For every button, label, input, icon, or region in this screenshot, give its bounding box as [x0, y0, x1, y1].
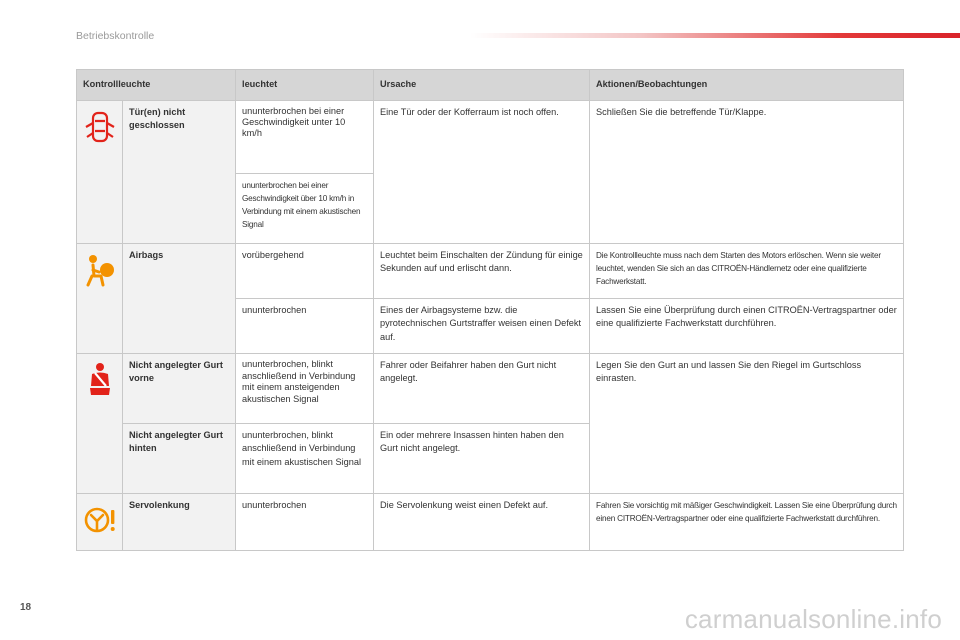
lights-up-airbags-2: ununterbrochen [235, 298, 375, 354]
action-door: Schließen Sie die betreffende Tür/Klappe… [589, 100, 905, 244]
power-steering-icon [84, 507, 115, 533]
airbag-icon-cell [76, 243, 123, 354]
row-name-door: Tür(en) nicht geschlossen [121, 100, 237, 244]
action-steering: Fahren Sie vorsichtig mit mäßiger Geschw… [589, 492, 905, 552]
lights-up-belt-front: ununterbrochen, blinkt anschließend in V… [235, 353, 375, 424]
cause-door: Eine Tür oder der Kofferraum ist noch of… [373, 100, 591, 244]
cause-steering: Die Servolenkung weist einen Defekt auf. [373, 492, 591, 552]
watermark: carmanualsonline.info [684, 604, 942, 634]
row-name-belt-rear: Nicht angelegter Gurt hinten [121, 423, 237, 494]
lights-up-belt-rear: ununterbrochen, blinkt anschließend in V… [235, 423, 375, 494]
seatbelt-icon-cell [76, 353, 123, 494]
action-airbags-2: Lassen Sie eine Überprüfung durch einen … [589, 298, 905, 354]
action-airbags-1: Die Kontrollleuchte muss nach dem Starte… [589, 243, 905, 299]
cause-belt-front: Fahrer oder Beifahrer haben den Gurt nic… [373, 353, 591, 424]
column-header-lights-up: leuchtet [235, 69, 375, 101]
table-header-row: Kontrollleuchte leuchtet Ursache Aktione… [75, 69, 905, 101]
warning-lights-table: Kontrollleuchte leuchtet Ursache Aktione… [75, 69, 905, 552]
table-row-steering: Servolenkung ununterbrochen Die Servolen… [76, 492, 905, 552]
section-title: Betriebskontrolle [76, 30, 155, 42]
table-row-airbags: Airbags vorübergehend Leuchtet beim Eins… [76, 243, 905, 354]
column-header-actions: Aktionen/Beobachtungen [589, 69, 905, 101]
lights-up-steering: ununterbrochen [235, 492, 375, 552]
cause-belt-rear: Ein oder mehrere Insassen hinten haben d… [373, 423, 591, 494]
table-row-belt-front: Nicht angelegter Gurt vorne ununterbroch… [76, 353, 905, 494]
page-number: 18 [20, 602, 32, 613]
lights-up-door-1: ununterbrochen bei einer Geschwindigkeit… [235, 100, 375, 174]
table-row-door: Tür(en) nicht geschlossen ununterbrochen… [76, 100, 905, 244]
column-header-warning-light: Kontrollleuchte [75, 69, 237, 101]
door-open-icon [84, 111, 115, 143]
lights-up-door-2: ununterbrochen bei einer Geschwindigkeit… [235, 173, 375, 244]
steering-icon-cell [76, 492, 123, 552]
airbag-icon [86, 255, 114, 287]
row-name-airbags: Airbags [121, 243, 237, 354]
row-name-steering: Servolenkung [121, 492, 237, 552]
seatbelt-icon [89, 363, 110, 395]
lights-up-airbags-1: vorübergehend [235, 243, 375, 299]
row-name-belt-front: Nicht angelegter Gurt vorne [121, 353, 237, 424]
door-icon-cell [76, 100, 123, 244]
column-header-cause: Ursache [373, 69, 591, 101]
action-belt: Legen Sie den Gurt an und lassen Sie den… [589, 353, 905, 494]
header-accent-bar [470, 33, 960, 38]
cause-airbags-1: Leuchtet beim Einschalten der Zündung fü… [373, 243, 591, 299]
cause-airbags-2: Eines der Airbagsysteme bzw. die pyrotec… [373, 298, 591, 354]
